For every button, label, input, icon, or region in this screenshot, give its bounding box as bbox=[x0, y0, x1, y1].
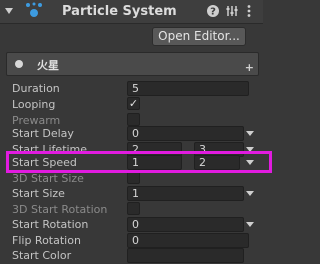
row-3d-start-size: 3D Start Size bbox=[0, 171, 263, 187]
component-title: Particle System bbox=[62, 4, 177, 19]
module-header[interactable]: 火星 + bbox=[6, 52, 259, 76]
chevron-down-icon[interactable] bbox=[4, 6, 14, 16]
start-speed-min-field[interactable]: 1 bbox=[127, 155, 182, 170]
start-rotation-field[interactable]: 0 bbox=[127, 217, 244, 232]
start-size-label: Start Size bbox=[12, 187, 65, 200]
looping-label: Looping bbox=[12, 98, 56, 111]
add-icon[interactable]: + bbox=[245, 61, 254, 74]
start-delay-field[interactable]: 0 bbox=[127, 126, 244, 141]
row-start-rotation: Start Rotation 0 bbox=[0, 217, 263, 233]
3d-start-size-label: 3D Start Size bbox=[12, 172, 84, 185]
start-rotation-dropdown-icon[interactable] bbox=[246, 222, 254, 227]
row-start-speed: Start Speed 1 2 bbox=[0, 155, 263, 171]
start-size-dropdown-icon[interactable] bbox=[246, 191, 254, 196]
prewarm-checkbox[interactable] bbox=[127, 113, 140, 126]
start-speed-dropdown-icon[interactable] bbox=[246, 160, 254, 165]
row-looping: Looping ✓ bbox=[0, 97, 263, 113]
row-3d-start-rotation: 3D Start Rotation bbox=[0, 202, 263, 218]
component-header: Particle System ? bbox=[0, 0, 263, 24]
start-speed-label: Start Speed bbox=[12, 156, 77, 169]
preset-icon[interactable] bbox=[225, 4, 239, 18]
svg-text:?: ? bbox=[210, 7, 216, 18]
module-title: 火星 bbox=[37, 59, 59, 72]
start-delay-dropdown-icon[interactable] bbox=[246, 131, 254, 136]
open-editor-button[interactable]: Open Editor... bbox=[152, 27, 246, 46]
start-size-field[interactable]: 1 bbox=[127, 186, 244, 201]
row-start-color: Start Color bbox=[0, 248, 263, 264]
help-icon[interactable]: ? bbox=[206, 4, 220, 18]
duration-field[interactable]: 5 bbox=[127, 81, 249, 96]
3d-start-rotation-label: 3D Start Rotation bbox=[12, 203, 108, 216]
row-start-delay: Start Delay 0 bbox=[0, 126, 263, 142]
particle-system-icon bbox=[26, 2, 42, 17]
start-speed-max-field[interactable]: 2 bbox=[194, 155, 240, 170]
start-delay-label: Start Delay bbox=[12, 127, 74, 140]
start-color-label: Start Color bbox=[12, 249, 72, 262]
module-dot-icon bbox=[15, 60, 23, 68]
more-icon[interactable] bbox=[245, 4, 253, 18]
row-start-size: Start Size 1 bbox=[0, 186, 263, 202]
start-rotation-label: Start Rotation bbox=[12, 218, 89, 231]
start-lifetime-dropdown-icon[interactable] bbox=[246, 147, 254, 152]
3d-start-rotation-checkbox[interactable] bbox=[127, 202, 140, 215]
looping-checkbox[interactable]: ✓ bbox=[127, 97, 140, 110]
3d-start-size-checkbox[interactable] bbox=[127, 171, 140, 184]
row-duration: Duration 5 bbox=[0, 81, 263, 97]
duration-label: Duration bbox=[12, 82, 60, 95]
flip-rotation-field[interactable]: 0 bbox=[127, 233, 249, 248]
start-color-field[interactable] bbox=[127, 248, 244, 263]
flip-rotation-label: Flip Rotation bbox=[12, 234, 81, 247]
row-flip-rotation: Flip Rotation 0 bbox=[0, 233, 263, 249]
